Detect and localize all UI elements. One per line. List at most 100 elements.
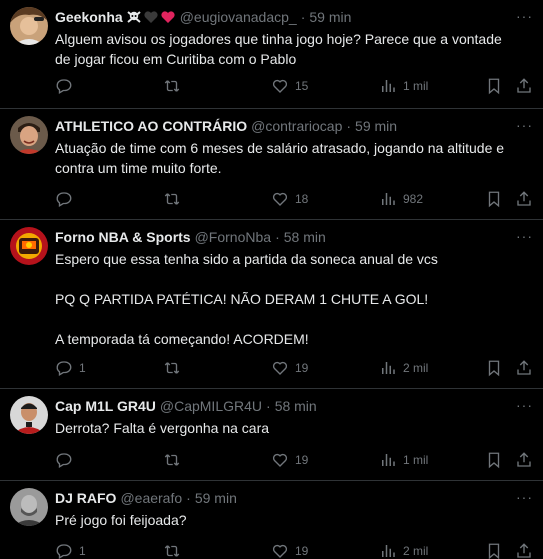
retweet-icon [164, 193, 180, 205]
handle[interactable]: @contrariocap [251, 118, 342, 134]
timestamp[interactable]: 59 min [355, 118, 397, 134]
separator-dot: · [275, 229, 280, 245]
tweet-text: Derrota? Falta é vergonha na cara [55, 420, 270, 436]
avatar[interactable] [10, 116, 48, 154]
skull-crossbones-icon [127, 11, 141, 23]
tweet-text: Alguem avisou os jogadores que tinha jog… [55, 31, 506, 67]
reply-button[interactable] [55, 77, 79, 95]
views-button[interactable]: 1 mil [379, 77, 428, 95]
share-icon [517, 543, 531, 558]
more-options-icon[interactable]: ··· [516, 8, 533, 24]
tweet[interactable]: ATHLETICO AO CONTRÁRIO @contrariocap · 5… [0, 109, 543, 220]
like-count: 19 [295, 544, 309, 558]
views-count: 2 mil [403, 361, 429, 375]
share-button[interactable] [515, 359, 533, 377]
avatar[interactable] [10, 227, 48, 265]
display-name[interactable]: Geekonha [55, 9, 123, 25]
share-button[interactable] [515, 190, 533, 208]
reply-icon [56, 192, 72, 207]
display-name[interactable]: ATHLETICO AO CONTRÁRIO [55, 118, 247, 134]
tweet[interactable]: Geekonha @eugiovanadacp_ · 59 min Alguem… [0, 0, 543, 109]
views-count: 1 mil [403, 79, 429, 93]
views-chart-icon [382, 80, 395, 92]
retweet-icon [164, 454, 180, 466]
display-name[interactable]: Cap M1L GR4U [55, 398, 156, 414]
retweet-button[interactable] [163, 77, 187, 95]
like-button[interactable]: 18 [271, 190, 308, 208]
handle[interactable]: @CapMILGR4U [160, 398, 262, 414]
display-name[interactable]: DJ RAFO [55, 490, 116, 506]
reply-icon [56, 453, 72, 468]
separator-dot: · [266, 398, 271, 414]
avatar[interactable] [10, 7, 48, 45]
bookmark-button[interactable] [485, 77, 503, 95]
reply-count: 1 [79, 361, 86, 375]
avatar[interactable] [10, 488, 48, 526]
share-icon [517, 452, 531, 467]
more-options-icon[interactable]: ··· [516, 228, 533, 244]
views-button[interactable]: 1 mil [379, 451, 428, 469]
reply-icon [56, 544, 72, 559]
timestamp[interactable]: 58 min [275, 398, 317, 414]
heart-icon [272, 544, 288, 558]
avatar[interactable] [10, 396, 48, 434]
display-name[interactable]: Forno NBA & Sports [55, 229, 191, 245]
share-icon [517, 78, 531, 93]
action-bar: 1 19 2 mil [55, 541, 533, 559]
name-emojis [126, 9, 176, 25]
timestamp[interactable]: 58 min [284, 229, 326, 245]
action-bar: 1 19 2 mil [55, 358, 533, 378]
reply-button[interactable]: 1 [55, 542, 86, 559]
reply-button[interactable] [55, 190, 79, 208]
tweet[interactable]: Cap M1L GR4U @CapMILGR4U · 58 min Derrot… [0, 389, 543, 481]
share-button[interactable] [515, 77, 533, 95]
retweet-button[interactable] [163, 190, 187, 208]
timestamp[interactable]: 59 min [309, 9, 351, 25]
views-button[interactable]: 982 [379, 190, 423, 208]
like-button[interactable]: 19 [271, 451, 308, 469]
red-heart-icon [161, 11, 175, 23]
action-bar: 15 1 mil [55, 76, 533, 96]
views-button[interactable]: 2 mil [379, 542, 428, 559]
separator-dot: · [186, 490, 191, 506]
views-chart-icon [382, 362, 395, 374]
reply-count: 1 [79, 544, 86, 558]
reply-icon [56, 361, 72, 376]
bookmark-button[interactable] [485, 359, 503, 377]
reply-button[interactable] [55, 451, 79, 469]
action-bar: 18 982 [55, 189, 533, 209]
bookmark-button[interactable] [485, 451, 503, 469]
handle[interactable]: @FornoNba [195, 229, 271, 245]
retweet-button[interactable] [163, 542, 187, 559]
retweet-icon [164, 80, 180, 92]
tweet-text: Pré jogo foi feijoada? [55, 512, 187, 528]
bookmark-icon [488, 191, 500, 208]
more-options-icon[interactable]: ··· [516, 489, 533, 505]
views-count: 982 [403, 192, 424, 206]
retweet-button[interactable] [163, 359, 187, 377]
like-button[interactable]: 19 [271, 359, 308, 377]
like-button[interactable]: 19 [271, 542, 308, 559]
views-chart-icon [382, 193, 395, 205]
retweet-button[interactable] [163, 451, 187, 469]
like-count: 19 [295, 453, 309, 467]
share-button[interactable] [515, 542, 533, 559]
tweet[interactable]: DJ RAFO @eaerafo · 59 min Pré jogo foi f… [0, 481, 543, 559]
bookmark-button[interactable] [485, 542, 503, 559]
handle[interactable]: @eaerafo [120, 490, 182, 506]
reply-button[interactable]: 1 [55, 359, 86, 377]
share-button[interactable] [515, 451, 533, 469]
like-count: 18 [295, 192, 309, 206]
bookmark-button[interactable] [485, 190, 503, 208]
like-button[interactable]: 15 [271, 77, 308, 95]
bookmark-icon [488, 452, 500, 469]
views-button[interactable]: 2 mil [379, 359, 428, 377]
tweet-text: Atuação de time com 6 meses de salário a… [55, 140, 508, 176]
more-options-icon[interactable]: ··· [516, 397, 533, 413]
more-options-icon[interactable]: ··· [516, 117, 533, 133]
heart-icon [272, 453, 288, 467]
like-count: 15 [295, 79, 309, 93]
timestamp[interactable]: 59 min [195, 490, 237, 506]
tweet[interactable]: Forno NBA & Sports @FornoNba · 58 min Es… [0, 220, 543, 389]
handle[interactable]: @eugiovanadacp_ [180, 9, 297, 25]
